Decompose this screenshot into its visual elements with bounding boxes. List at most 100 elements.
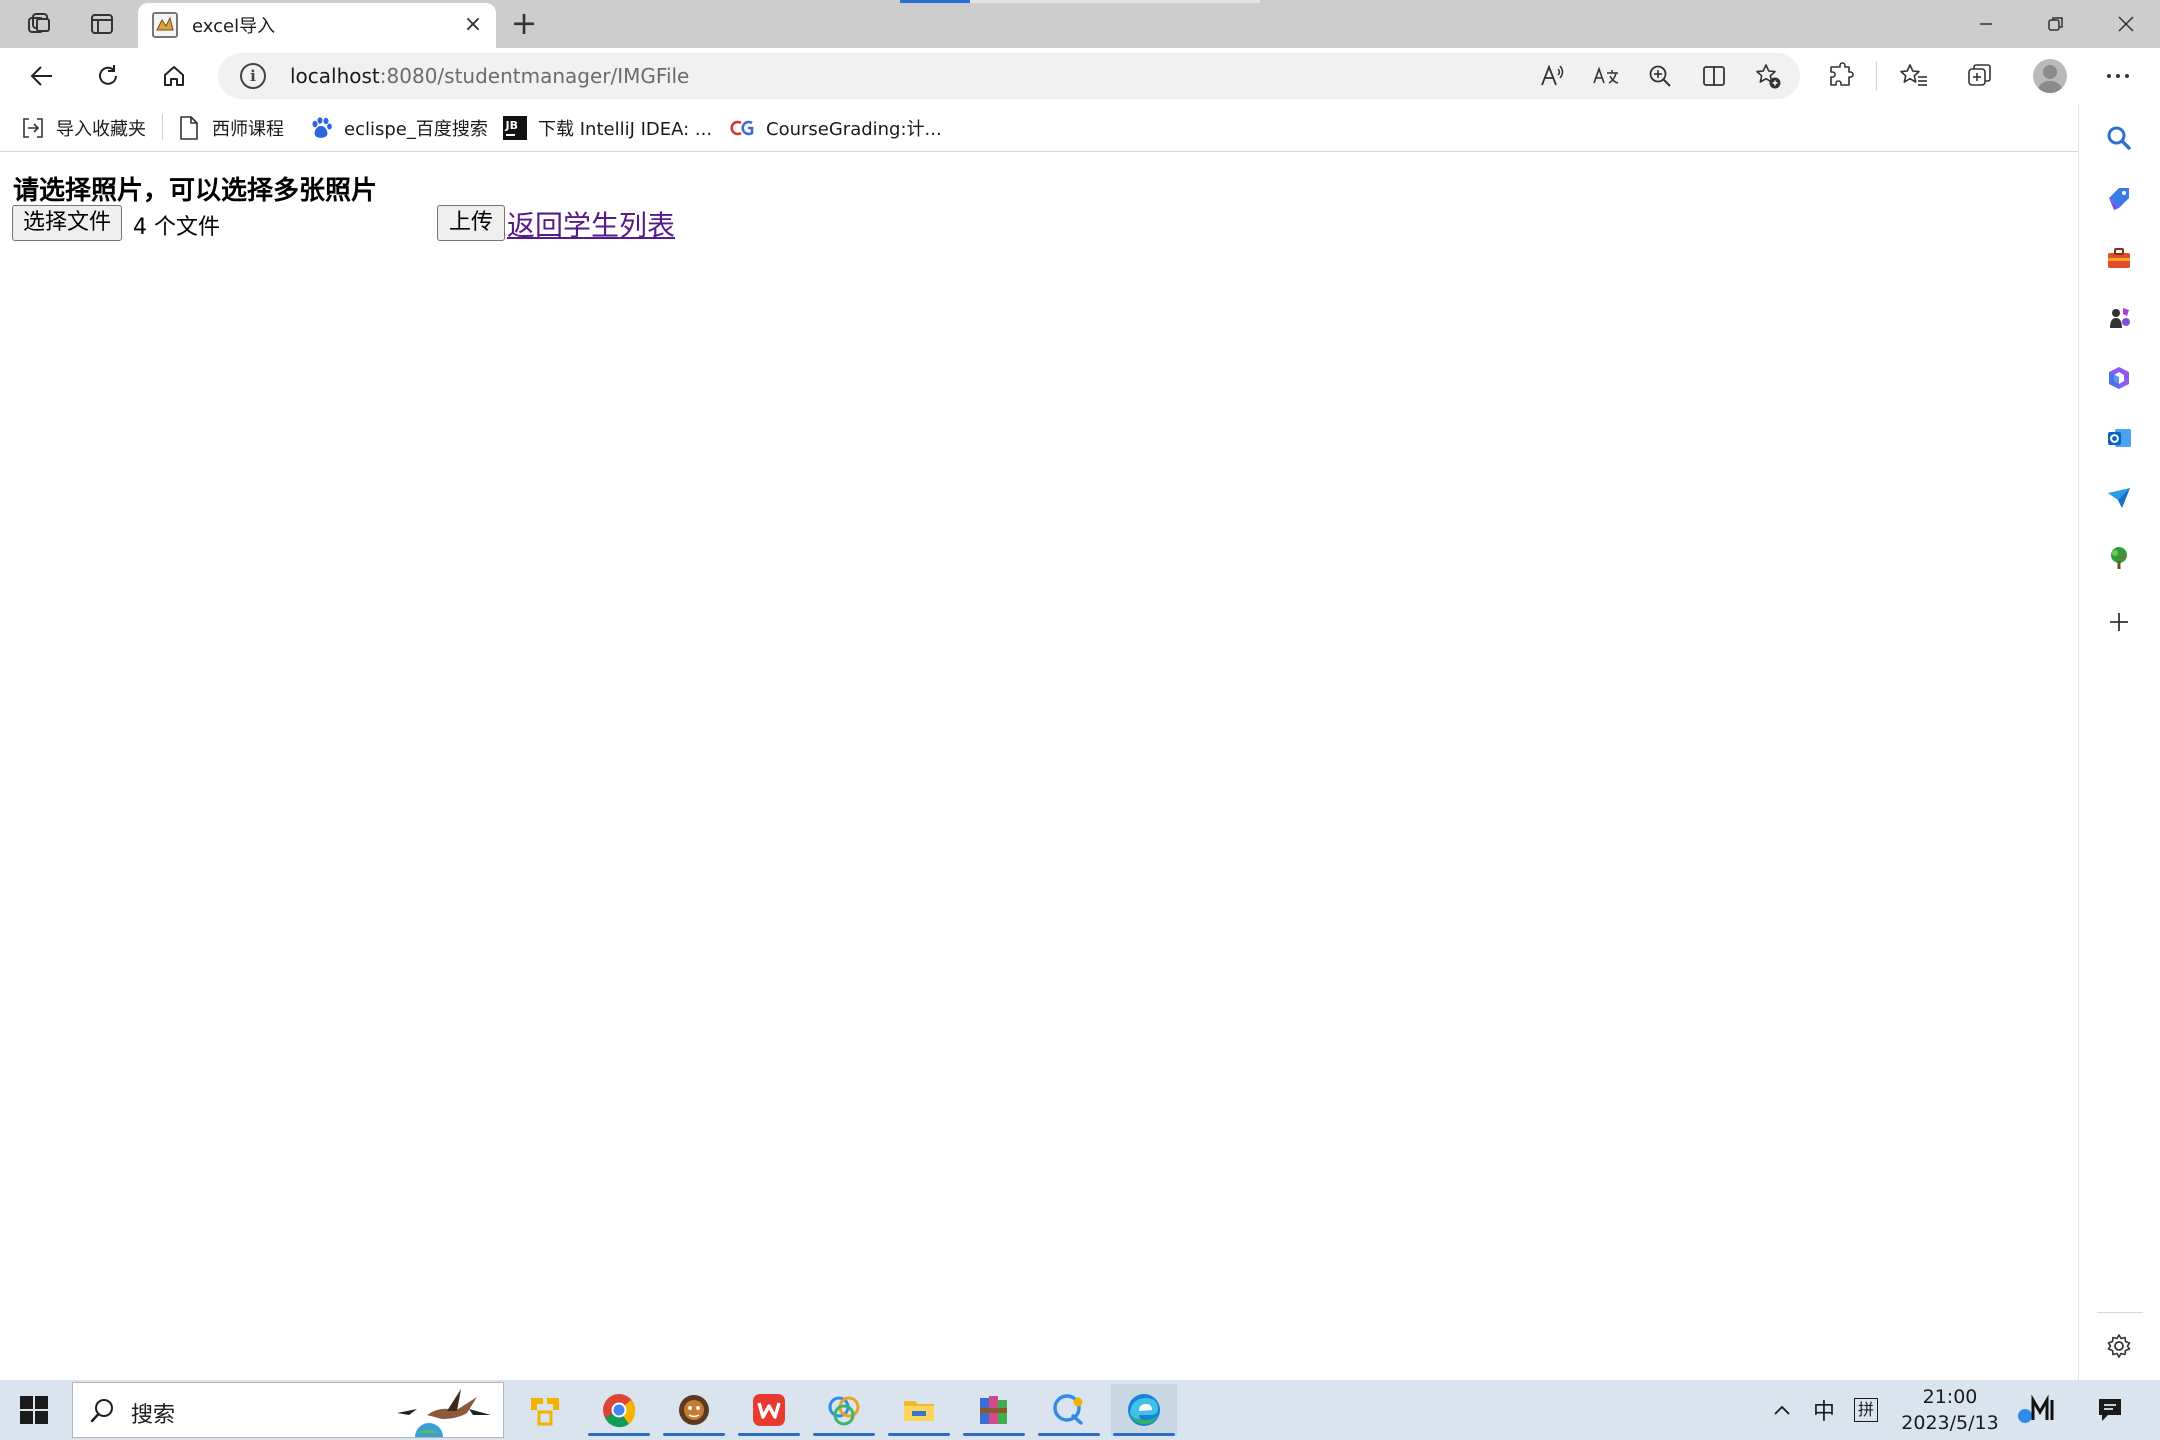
- notification-center-icon[interactable]: [2094, 1394, 2126, 1426]
- toolbar-divider: [1876, 62, 1877, 90]
- tab-close-icon[interactable]: ×: [460, 12, 486, 38]
- loading-indicator: [900, 0, 970, 3]
- windows-logo-pane: [20, 1411, 33, 1424]
- bookmark-coursegrading[interactable]: CourseGrading:计...: [730, 112, 942, 144]
- extensions-icon[interactable]: [1820, 58, 1860, 94]
- workspaces-icon[interactable]: [19, 8, 59, 40]
- sidebar-search-icon[interactable]: [2099, 118, 2139, 158]
- collections-icon[interactable]: [1960, 58, 2000, 94]
- translate-icon[interactable]: [1590, 61, 1622, 91]
- page-viewport: 请选择照片，可以选择多张照片 选择文件 4 个文件 上传 返回学生列表: [0, 152, 2078, 1380]
- split-screen-icon[interactable]: [1698, 61, 1730, 91]
- back-to-student-list-link[interactable]: 返回学生列表: [507, 204, 675, 244]
- taskbar-app-edge[interactable]: [1111, 1384, 1177, 1436]
- new-tab-button[interactable]: +: [506, 6, 542, 42]
- taskbar-app-winrar[interactable]: [961, 1384, 1027, 1436]
- vertical-tabs-icon[interactable]: [82, 8, 122, 40]
- windows-logo-pane: [35, 1396, 48, 1409]
- add-favorite-icon[interactable]: [1752, 61, 1784, 91]
- windows-logo-pane: [35, 1411, 48, 1424]
- bookmark-baidu-eclipse[interactable]: eclispe_百度搜索: [308, 112, 488, 144]
- bookmark-xishi-course[interactable]: 西师课程: [176, 112, 284, 144]
- taskbar-app-tomcat[interactable]: [661, 1384, 727, 1436]
- loading-track: [970, 0, 1260, 3]
- coursegrading-icon: [730, 115, 756, 141]
- refresh-icon: [99, 65, 117, 85]
- tray-app-icon[interactable]: [2014, 1394, 2060, 1426]
- baidu-paw-icon: [308, 115, 334, 141]
- bookmarks-divider: [162, 114, 163, 140]
- read-aloud-icon[interactable]: [1536, 61, 1568, 91]
- ime-mode-glyph: 拼: [1854, 1398, 1878, 1422]
- more-menu-icon[interactable]: [2098, 58, 2138, 94]
- url-path: :8080/studentmanager/IMGFile: [379, 64, 690, 88]
- svg-text:JB: JB: [505, 119, 518, 132]
- bookmark-label: 导入收藏夹: [56, 119, 146, 140]
- sidebar-divider: [2097, 1312, 2143, 1313]
- back-arrow-icon: [30, 66, 52, 86]
- search-icon: [90, 1399, 113, 1423]
- ime-language-indicator[interactable]: 中: [1808, 1394, 1840, 1426]
- browser-toolbar: i localhost:8080/studentmanager/IMGFile: [0, 48, 2160, 104]
- zoom-icon[interactable]: [1644, 61, 1676, 91]
- sidebar-settings-icon[interactable]: [2099, 1326, 2139, 1366]
- page-heading: 请选择照片，可以选择多张照片: [13, 176, 378, 206]
- upload-button[interactable]: 上传: [437, 205, 506, 241]
- ml-tray-icon: [2018, 1394, 2054, 1423]
- favorites-icon[interactable]: [1894, 58, 1934, 94]
- taskbar-app-file-explorer[interactable]: [886, 1384, 952, 1436]
- taskbar-app-wps[interactable]: [736, 1384, 802, 1436]
- refresh-button[interactable]: [86, 56, 130, 96]
- bookmark-label: CourseGrading:计...: [766, 119, 942, 140]
- sidebar-tools-icon[interactable]: [2099, 238, 2139, 278]
- windows-logo-pane: [20, 1396, 33, 1409]
- taskbar-search-box[interactable]: 搜索: [72, 1382, 504, 1438]
- bookmark-intellij-download[interactable]: JB 下载 IntelliJ IDEA: ...: [502, 112, 712, 144]
- selected-files-status: 4 个文件: [133, 215, 220, 240]
- taskbar-app-boxes[interactable]: [512, 1384, 578, 1436]
- sidebar-shopping-icon[interactable]: [2099, 178, 2139, 218]
- start-button[interactable]: [20, 1396, 48, 1424]
- taskbar-app-loop[interactable]: [811, 1384, 877, 1436]
- taskbar-app-chrome[interactable]: [586, 1384, 652, 1436]
- tray-overflow-button[interactable]: [1766, 1394, 1798, 1426]
- active-tab[interactable]: excel导入 ×: [138, 3, 496, 48]
- home-icon: [164, 66, 184, 86]
- restore-button[interactable]: [2022, 0, 2090, 48]
- bookmark-label: 西师课程: [212, 119, 284, 140]
- chevron-up-icon: [1774, 1405, 1790, 1415]
- search-highlight-birds-icon: [397, 1389, 491, 1437]
- page-icon: [176, 115, 202, 141]
- tab-title: excel导入: [192, 16, 276, 37]
- sidebar-games-icon[interactable]: [2099, 298, 2139, 338]
- bookmark-import-favorites[interactable]: 导入收藏夹: [20, 112, 146, 144]
- tomcat-favicon-icon: [152, 12, 178, 38]
- ime-mode-indicator[interactable]: 拼: [1850, 1394, 1882, 1426]
- url-text[interactable]: localhost:8080/studentmanager/IMGFile: [290, 64, 689, 88]
- sidebar-add-icon[interactable]: [2099, 602, 2139, 642]
- back-button[interactable]: [20, 56, 64, 96]
- url-host: localhost: [290, 64, 380, 88]
- sidebar-drop-icon[interactable]: [2099, 478, 2139, 518]
- choose-file-button[interactable]: 选择文件: [12, 205, 123, 241]
- jetbrains-icon: JB: [502, 115, 528, 141]
- search-placeholder: 搜索: [131, 1403, 176, 1428]
- sidebar-outlook-icon[interactable]: [2099, 418, 2139, 458]
- windows-taskbar: 搜索 中 拼 21:00 2023/5/13: [0, 1380, 2160, 1440]
- address-bar[interactable]: i localhost:8080/studentmanager/IMGFile: [218, 53, 1800, 99]
- bookmarks-bar: 导入收藏夹 西师课程 eclispe_百度搜索 JB 下载 IntelliJ I…: [0, 104, 2078, 152]
- taskbar-app-chat[interactable]: [1036, 1384, 1102, 1436]
- profile-avatar[interactable]: [2033, 59, 2067, 93]
- system-clock[interactable]: 21:00 2023/5/13: [1880, 1384, 2020, 1436]
- clock-time: 21:00: [1922, 1386, 1978, 1408]
- minimize-button[interactable]: [1952, 0, 2020, 48]
- home-button[interactable]: [152, 56, 196, 96]
- sidebar-tree-icon[interactable]: [2099, 538, 2139, 578]
- clock-date: 2023/5/13: [1901, 1412, 1999, 1434]
- site-info-icon[interactable]: i: [240, 63, 266, 89]
- edge-sidebar: [2078, 104, 2160, 1380]
- close-window-button[interactable]: [2092, 0, 2160, 48]
- sidebar-office-icon[interactable]: [2099, 358, 2139, 398]
- bookmark-label: eclispe_百度搜索: [344, 119, 488, 140]
- tab-strip: excel导入 × +: [0, 0, 2160, 48]
